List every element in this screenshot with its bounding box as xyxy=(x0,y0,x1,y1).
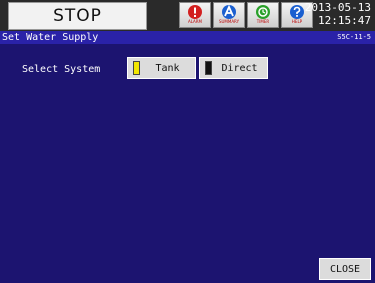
tank-option-button[interactable]: Tank xyxy=(127,57,196,79)
title-bar: Set Water Supply S5C-11-5 xyxy=(0,31,375,44)
time-text: 12:15:47 xyxy=(318,14,371,27)
summary-label: SUMMARY xyxy=(218,19,240,24)
summary-icon xyxy=(222,4,236,19)
alarm-label: ALARM xyxy=(187,19,203,24)
top-bar: STOP ALARM SUMMARY TIMER HELP 2013-05-13… xyxy=(0,0,375,31)
screen: STOP ALARM SUMMARY TIMER HELP 2013-05-13… xyxy=(0,0,375,283)
direct-indicator xyxy=(205,61,212,75)
datetime: 2013-05-13 12:15:47 xyxy=(289,1,371,29)
timer-label: TIMER xyxy=(256,19,270,24)
page-title: Set Water Supply xyxy=(2,32,99,43)
timer-button[interactable]: TIMER xyxy=(247,2,279,28)
timer-icon xyxy=(256,5,270,19)
direct-option-label: Direct xyxy=(221,62,258,74)
close-button[interactable]: CLOSE xyxy=(319,258,371,280)
summary-button[interactable]: SUMMARY xyxy=(213,2,245,28)
screen-id: S5C-11-5 xyxy=(337,33,371,41)
machine-status: STOP xyxy=(8,2,147,30)
alarm-icon xyxy=(188,5,202,19)
direct-option-button[interactable]: Direct xyxy=(199,57,268,79)
alarm-button[interactable]: ALARM xyxy=(179,2,211,28)
select-system-label: Select System xyxy=(22,64,101,75)
tank-indicator xyxy=(133,61,140,75)
date-text: 2013-05-13 xyxy=(304,1,371,14)
tank-option-label: Tank xyxy=(155,62,180,74)
